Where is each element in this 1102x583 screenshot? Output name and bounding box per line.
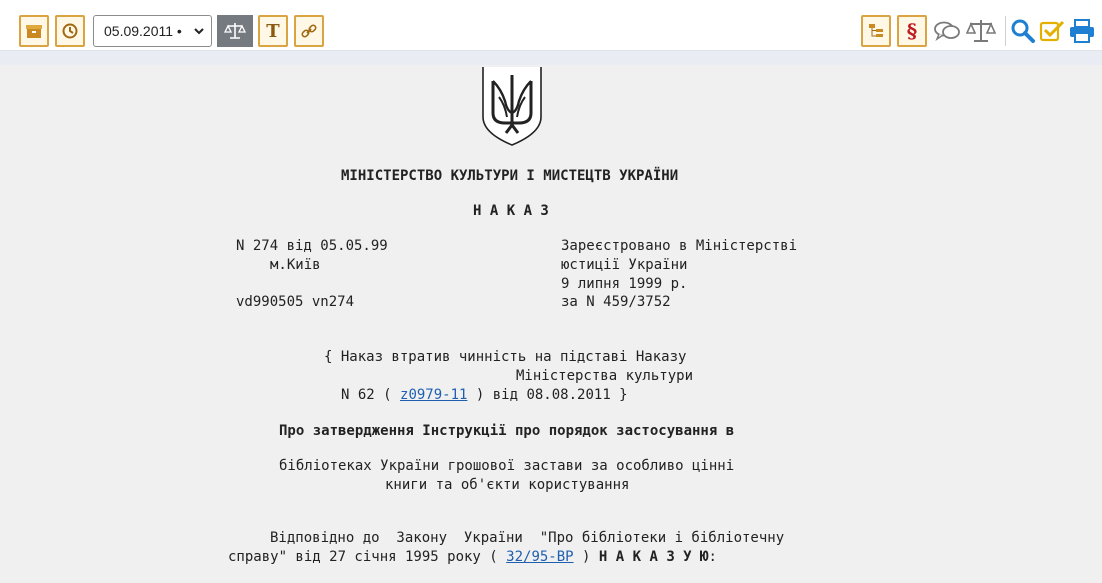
print-icon[interactable] <box>1066 15 1098 47</box>
document-title-continued: книги та об'єкти користування <box>385 477 630 493</box>
scales-icon[interactable] <box>217 15 253 47</box>
registration-line: за N 459/3752 <box>561 294 671 310</box>
toolbar-separator <box>1005 16 1006 46</box>
validity-note-text: ) від 08.08.2011 } <box>467 387 628 403</box>
reference-link-z0979-11[interactable]: z0979-11 <box>400 387 467 403</box>
order-code: vd990505 vn274 <box>236 294 355 310</box>
history-icon[interactable] <box>55 15 85 47</box>
structure-icon[interactable] <box>861 15 891 47</box>
check-icon[interactable] <box>1036 15 1068 47</box>
reference-link-32-95-vr[interactable]: 32/95-ВР <box>506 549 573 565</box>
text-icon[interactable]: T <box>258 15 288 47</box>
date-select-value: 05.09.2011 • <box>104 23 182 39</box>
validity-note: Міністерства культури <box>516 368 694 384</box>
registration-line: юстиції України <box>561 257 688 273</box>
registration-line: 9 липня 1999 р. <box>561 276 688 292</box>
order-city: м.Київ <box>270 257 321 273</box>
body-text: ) <box>573 549 599 565</box>
archive-icon[interactable] <box>19 15 49 47</box>
validity-note: { Наказ втратив чинність на підставі Нак… <box>324 349 687 365</box>
search-icon[interactable] <box>1007 15 1039 47</box>
chevron-down-icon <box>194 28 204 35</box>
date-select[interactable]: 05.09.2011 • <box>93 15 212 47</box>
compare-icon[interactable] <box>965 15 997 47</box>
body-text: : <box>708 549 717 565</box>
validity-note-reference: N 62 ( z0979-11 ) від 08.08.2011 } <box>341 386 628 404</box>
ministry-heading: МІНІСТЕРСТВО КУЛЬТУРИ І МИСТЕЦТВ УКРАЇНИ <box>341 168 679 184</box>
text-icon-glyph: T <box>266 20 280 42</box>
paragraph-icon[interactable]: § <box>897 15 927 47</box>
body-text: справу" від 27 січня 1995 року ( <box>228 549 507 565</box>
document-title-continued: бібліотеках України грошової застави за … <box>279 458 735 474</box>
order-number-date: N 274 від 05.05.99 <box>236 238 388 254</box>
document-type: Н А К А З <box>473 203 549 219</box>
document-body: МІНІСТЕРСТВО КУЛЬТУРИ І МИСТЕЦТВ УКРАЇНИ… <box>0 64 1102 583</box>
order-keyword: Н А К А З У Ю <box>598 549 709 565</box>
registration-line: Зареєстровано в Міністерстві <box>561 238 798 254</box>
document-title: Про затвердження Інструкції про порядок … <box>279 423 735 439</box>
body-paragraph-line: справу" від 27 січня 1995 року ( 32/95-В… <box>228 548 717 566</box>
link-icon[interactable] <box>294 15 324 47</box>
toolbar: 05.09.2011 • T § <box>0 0 1102 65</box>
validity-note-text: N 62 ( <box>341 387 401 403</box>
body-paragraph: Відповідно до Закону України "Про бібліо… <box>270 530 785 546</box>
trident-emblem-icon <box>482 67 542 146</box>
comments-icon[interactable] <box>931 15 963 47</box>
